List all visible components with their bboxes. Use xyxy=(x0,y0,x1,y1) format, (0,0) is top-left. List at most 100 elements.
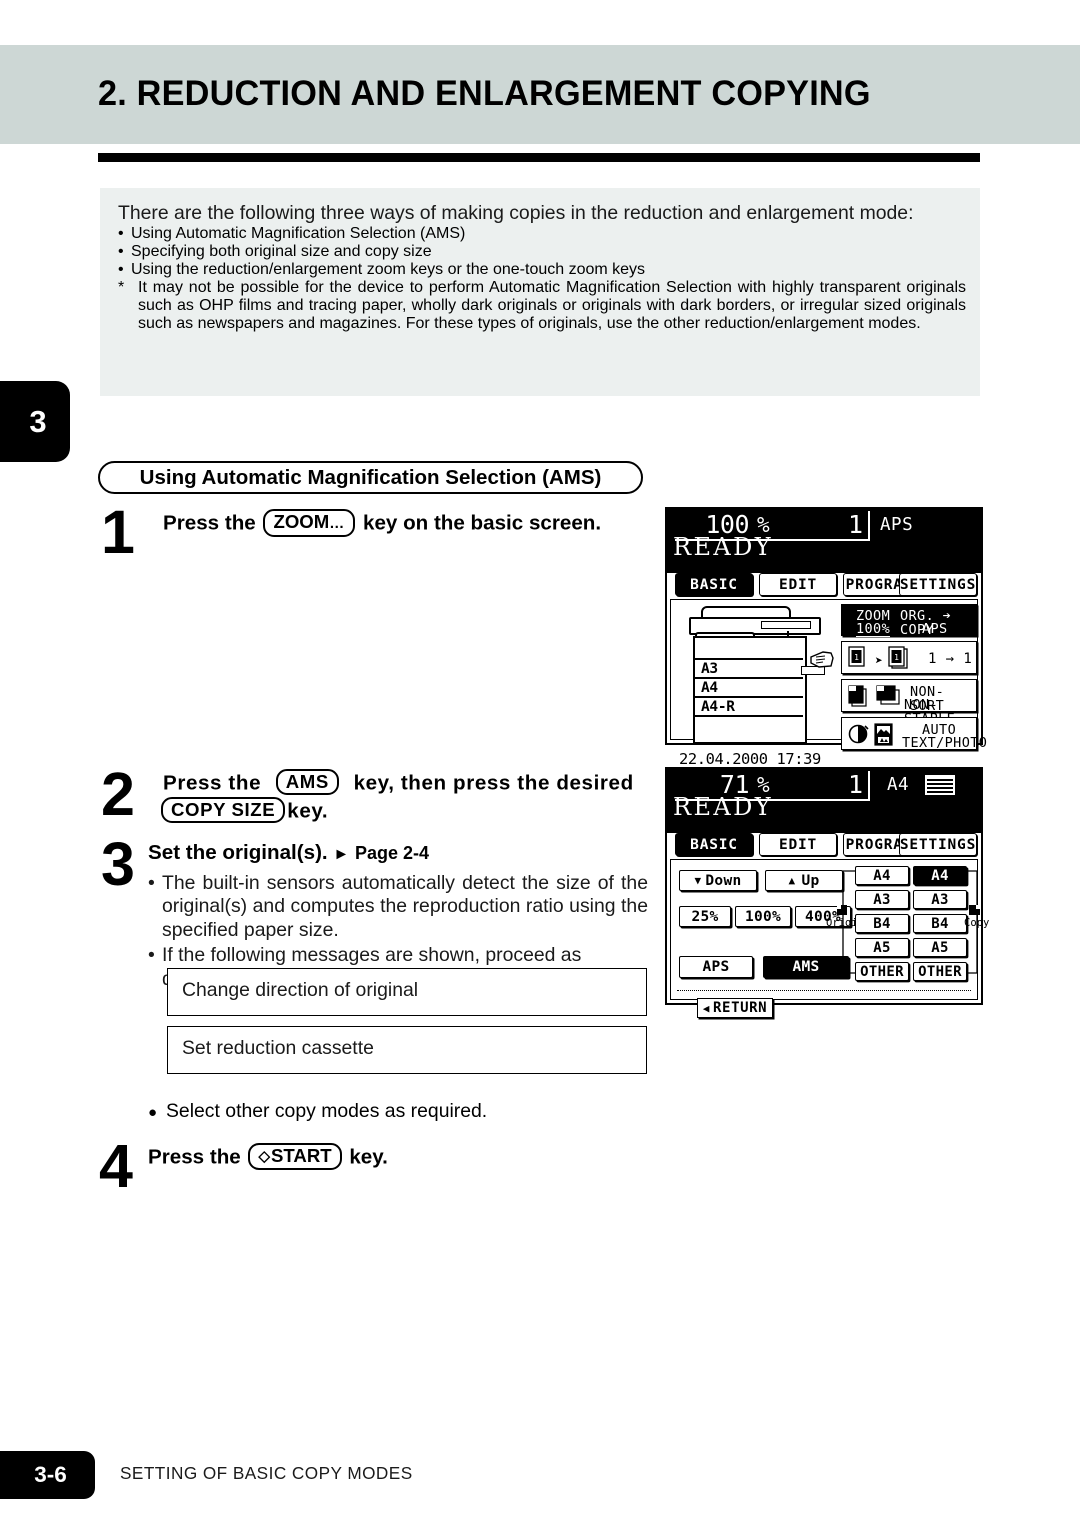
section-heading-pill: Using Automatic Magnification Selection … xyxy=(98,461,643,494)
exposure-mode-button[interactable]: AUTO TEXT/PHOTO xyxy=(841,717,987,750)
svg-text:1: 1 xyxy=(894,653,899,662)
preset-ratio-100-button[interactable]: 100% xyxy=(735,906,791,927)
step-2-post: key. xyxy=(287,799,329,822)
bullet-marker-icon: • xyxy=(148,872,155,894)
size-label: A4 xyxy=(873,867,891,884)
tab-settings[interactable]: SETTINGS xyxy=(899,573,977,596)
running-head: SETTING OF BASIC COPY MODES xyxy=(120,1463,413,1483)
message-text: Change direction of original xyxy=(182,979,419,1001)
lcd-status-bar: 100 % 1 APS READY xyxy=(667,509,981,573)
zoom-key-ellipsis: … xyxy=(329,515,346,532)
size-label: A5 xyxy=(873,939,891,956)
arrow-right-icon: ➤ xyxy=(875,654,883,669)
return-button[interactable]: ◀ RETURN xyxy=(697,998,773,1018)
intro-bullet: • Using Automatic Magnification Selection… xyxy=(118,225,966,243)
duplex-label: 1 → 1 xyxy=(928,651,973,667)
original-size-a3-button[interactable]: A3 xyxy=(855,890,909,909)
copy-size-b4-button[interactable]: B4 xyxy=(913,914,967,933)
step-number-3: 3 xyxy=(101,830,135,898)
tab-basic-label: BASIC xyxy=(690,836,738,853)
step-3-bullet: • The built-in sensors automatically dete… xyxy=(148,872,648,942)
copy-size-key-cap[interactable]: COPY SIZE xyxy=(161,796,286,823)
copy-size-a3-button[interactable]: A3 xyxy=(913,890,967,909)
preset-ratio-label: 100% xyxy=(744,908,782,925)
status-message: READY xyxy=(673,533,774,561)
step-number-1: 1 xyxy=(101,498,135,566)
section-heading-text: Using Automatic Magnification Selection … xyxy=(139,465,602,489)
cassette-label: A3 xyxy=(701,661,718,677)
lcd-zoom-screen: 71 % 1 A4 READY BASIC EDIT PROGRAM SETTI… xyxy=(665,767,989,1018)
step-3-bullet-text: The built-in sensors automatically detec… xyxy=(162,872,648,941)
start-diamond-icon: ◇ xyxy=(258,1148,271,1165)
original-page-icon xyxy=(837,905,847,915)
copy-size-other-button[interactable]: OTHER xyxy=(913,962,967,981)
lcd-tab-row: BASIC EDIT PROGRAM SETTINGS xyxy=(667,573,981,599)
step-number-2: 2 xyxy=(101,760,135,828)
triangle-up-icon: ▲ xyxy=(788,874,796,887)
intro-note-text: It may not be possible for the device to… xyxy=(138,279,966,333)
zoom-key-cap[interactable]: ZOOM… xyxy=(263,509,356,537)
size-label: A3 xyxy=(931,891,949,908)
size-label: A5 xyxy=(931,939,949,956)
tab-settings[interactable]: SETTINGS xyxy=(899,833,977,856)
cassette-row: A3 xyxy=(693,658,803,677)
panel-separator xyxy=(677,990,971,991)
copy-size-key-label: COPY SIZE xyxy=(171,798,276,820)
copy-size-a4-button[interactable]: A4 xyxy=(913,866,967,885)
tab-edit[interactable]: EDIT xyxy=(759,833,837,856)
finishing-mode-button[interactable]: NON-SORT NON-STAPLE xyxy=(841,679,977,726)
ams-key-cap[interactable]: AMS xyxy=(275,769,339,795)
duplex-mode-button[interactable]: 1 ➤ 1 1 → 1 xyxy=(841,641,977,674)
text-photo-icon xyxy=(874,723,893,746)
step-3-page-ref: Page 2-4 xyxy=(354,843,430,863)
tab-basic[interactable]: BASIC xyxy=(675,573,753,596)
zoom-key-label: ZOOM xyxy=(273,511,330,532)
intro-bullet-text: Specifying both original size and copy s… xyxy=(131,243,432,261)
original-size-a5-button[interactable]: A5 xyxy=(855,938,909,957)
zoom-up-button[interactable]: ▲ Up xyxy=(765,870,843,891)
chapter-tab: 3 xyxy=(0,381,70,462)
original-size-other-button[interactable]: OTHER xyxy=(855,962,909,981)
tab-basic[interactable]: BASIC xyxy=(675,833,753,856)
bullet-marker-icon: • xyxy=(118,261,124,279)
lcd-tab-row: BASIC EDIT PROGRAM SETTINGS xyxy=(667,833,981,859)
intro-note: * It may not be possible for the device t… xyxy=(118,279,966,333)
arrow-right-icon: ► xyxy=(333,846,350,863)
zoom-org-copy-button[interactable]: ZOOM 100% ORG. ➔ COPY APS xyxy=(841,604,977,637)
cassette-row: A4-R xyxy=(693,696,803,715)
copy-count-value: 1 xyxy=(847,770,863,799)
aps-button[interactable]: APS xyxy=(679,956,753,978)
printer-glass xyxy=(761,621,811,629)
lcd-status-bar: 71 % 1 A4 READY xyxy=(667,769,981,833)
printer-illustration-icon: A3 A4 A4-R xyxy=(683,606,834,746)
tab-settings-label: SETTINGS xyxy=(899,576,977,593)
preset-ratio-25-button[interactable]: 25% xyxy=(679,906,731,927)
zoom-ratio-label: 100% xyxy=(856,621,891,637)
chapter-tab-number: 3 xyxy=(29,403,47,439)
triangle-down-icon: ▼ xyxy=(694,874,702,887)
zoom-down-label: Down xyxy=(705,872,742,889)
page-number: 3-6 xyxy=(34,1462,67,1487)
start-key-cap[interactable]: ◇START xyxy=(248,1143,342,1170)
step-2-text: Press the AMS key, then press the desire… xyxy=(161,769,653,824)
copy-size-a5-button[interactable]: A5 xyxy=(913,938,967,957)
cassette-row xyxy=(693,715,803,734)
lcd-basic-body: A3 A4 A4-R 22.04.2000 17:39 ZOOM 100% OR… xyxy=(670,599,987,768)
lcd-zoom-body: ▼ Down ▲ Up 25% 100% 400% APS AMS Original… xyxy=(670,859,989,1018)
step-1-text: Press the ZOOM… key on the basic screen. xyxy=(163,509,643,537)
zoom-down-button[interactable]: ▼ Down xyxy=(679,870,757,891)
paper-cassette-icon xyxy=(925,775,955,795)
filled-circle-marker-icon: ● xyxy=(148,1104,158,1121)
original-size-a4-button[interactable]: A4 xyxy=(855,866,909,885)
step-4-pre: Press the xyxy=(148,1145,241,1169)
status-message: READY xyxy=(673,793,774,821)
non-sort-icon xyxy=(848,685,867,707)
return-label: RETURN xyxy=(713,1000,768,1016)
tab-edit[interactable]: EDIT xyxy=(759,573,837,596)
intro-bullet: • Using the reduction/enlargement zoom ke… xyxy=(118,261,966,279)
original-size-b4-button[interactable]: B4 xyxy=(855,914,909,933)
cassette-row: A4 xyxy=(693,677,803,696)
size-label: OTHER xyxy=(918,963,962,980)
copy-page-icon xyxy=(969,905,980,915)
preset-ratio-label: 25% xyxy=(691,908,719,925)
